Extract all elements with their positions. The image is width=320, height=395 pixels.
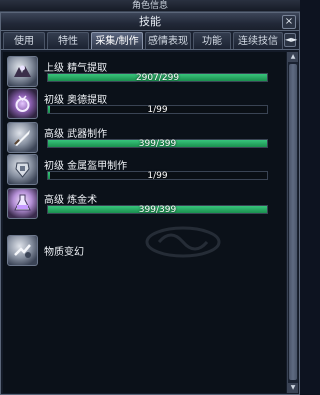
tab-use[interactable]: 使用 xyxy=(3,32,45,49)
tab-functions[interactable]: 功能 xyxy=(193,32,231,49)
progress-text: 1/99 xyxy=(147,171,168,181)
tab-combo-info[interactable]: 连续技信息 xyxy=(233,32,283,64)
skill-name: 初级 金属盔甲制作 xyxy=(44,161,128,172)
progress-text: 399/399 xyxy=(138,205,177,215)
tab-bar: 使用 特性 采集/制作 感情表现 功能 连续技信息 ◄► xyxy=(1,31,299,64)
close-button[interactable]: × xyxy=(282,15,296,29)
skill-progress-bar: 2907/299 xyxy=(47,73,268,83)
armor-forge-icon[interactable] xyxy=(7,154,38,185)
tab-gathering-crafting[interactable]: 采集/制作 xyxy=(91,32,143,49)
sword-forge-icon[interactable] xyxy=(7,122,38,153)
skill-name: 上级 精气提取 xyxy=(44,63,108,74)
skill-name: 高级 武器制作 xyxy=(44,129,108,140)
skill-list: 上级 精气提取 2907/299 初级 奥德提取 1/99 高级 武器制作 39… xyxy=(3,52,286,393)
skill-row[interactable]: 物质变幻 xyxy=(7,235,283,268)
scrollbar[interactable]: ▲ ▼ xyxy=(287,52,298,393)
skill-row[interactable]: 上级 精气提取 2907/299 xyxy=(7,56,283,89)
progress-text: 399/399 xyxy=(138,139,177,149)
skill-progress-bar: 399/399 xyxy=(47,139,268,149)
skill-progress-bar: 1/99 xyxy=(47,171,268,181)
skill-row[interactable]: 初级 金属盔甲制作 1/99 xyxy=(7,154,283,187)
skill-row[interactable]: 高级 炼金术 399/399 xyxy=(7,188,283,221)
skill-row[interactable]: 初级 奥德提取 1/99 xyxy=(7,88,283,121)
character-info-title: 角色信息 xyxy=(0,0,300,12)
skill-name: 物质变幻 xyxy=(44,247,84,258)
skill-name: 初级 奥德提取 xyxy=(44,95,108,106)
progress-text: 1/99 xyxy=(147,105,168,115)
tab-traits[interactable]: 特性 xyxy=(47,32,89,49)
scroll-thumb[interactable] xyxy=(289,64,297,380)
progress-text: 2907/299 xyxy=(135,73,180,83)
transform-hand-icon[interactable] xyxy=(7,235,38,266)
hands-extract-icon[interactable] xyxy=(7,56,38,87)
skill-progress-bar: 399/399 xyxy=(47,205,268,215)
scroll-down-arrow-icon[interactable]: ▼ xyxy=(288,383,298,393)
tab-scroll-arrows[interactable]: ◄► xyxy=(284,33,297,47)
window-title-bar[interactable]: 技能 × xyxy=(1,13,299,31)
skill-name: 高级 炼金术 xyxy=(44,195,98,206)
tab-emotes[interactable]: 感情表现 xyxy=(145,32,191,49)
skill-progress-bar: 1/99 xyxy=(47,105,268,115)
potion-icon[interactable] xyxy=(7,188,38,219)
window-title: 技能 xyxy=(139,15,161,28)
amulet-icon[interactable] xyxy=(7,88,38,119)
skill-row[interactable]: 高级 武器制作 399/399 xyxy=(7,122,283,155)
scroll-up-arrow-icon[interactable]: ▲ xyxy=(288,52,298,62)
skills-window: 技能 × 使用 特性 采集/制作 感情表现 功能 连续技信息 ◄► 上级 精气提… xyxy=(0,12,300,395)
